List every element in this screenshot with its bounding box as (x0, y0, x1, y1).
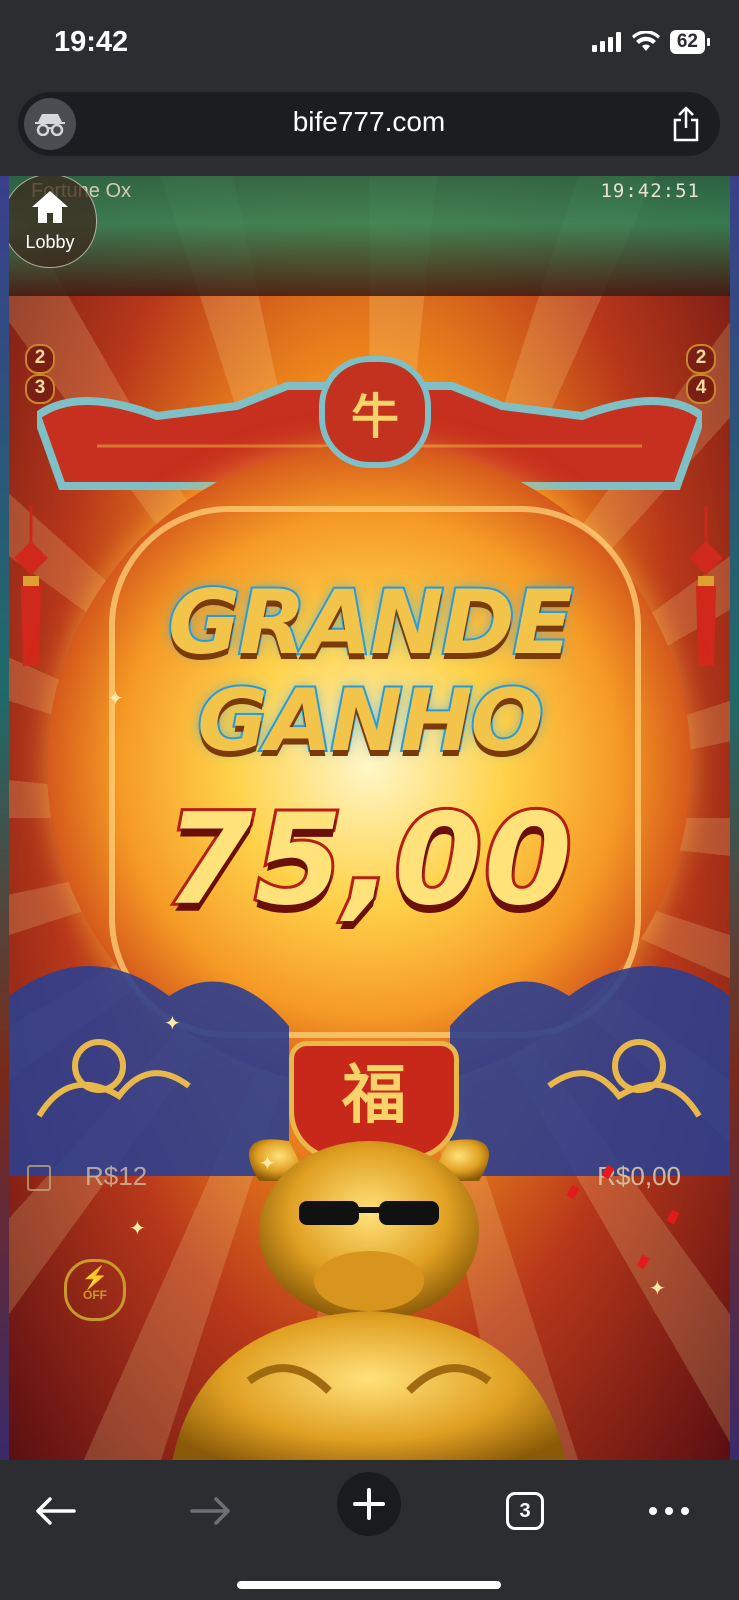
win-title-line1: GRANDE (166, 569, 575, 676)
win-amount: 75,00 (162, 783, 575, 936)
forward-button[interactable] (176, 1476, 246, 1546)
sparkle-icon: ✦ (107, 688, 124, 710)
battery-indicator: 62 (669, 30, 711, 54)
address-bar[interactable]: bife777.com (18, 92, 720, 156)
game-edge-right (730, 176, 739, 1460)
tabs-button[interactable]: 3 (490, 1476, 560, 1546)
golden-ox-mascot-icon (172, 1139, 566, 1460)
payline-right-1: 2 (686, 344, 716, 374)
game-clock: 19:42:51 (600, 180, 700, 202)
sparkle-icon: ✦ (129, 1218, 146, 1240)
more-icon (649, 1507, 689, 1515)
status-icons: 62 (591, 30, 711, 54)
back-button[interactable] (20, 1476, 90, 1546)
arrow-left-icon (36, 1497, 76, 1525)
game-canvas[interactable]: Fortune Ox 19:42:51 Lobby 2 3 2 4 牛 (9, 176, 730, 1460)
home-icon (32, 191, 68, 223)
payline-left-1: 2 (25, 344, 55, 374)
ox-seal-emblem: 牛 (319, 356, 431, 468)
plus-icon (353, 1488, 385, 1520)
status-time: 19:42 (54, 26, 129, 58)
signal-icon (591, 32, 621, 52)
game-edge-left (0, 176, 9, 1460)
arrow-right-icon (190, 1497, 230, 1525)
new-tab-button[interactable] (337, 1472, 401, 1536)
url-text[interactable]: bife777.com (18, 106, 720, 138)
wifi-icon (631, 31, 660, 51)
status-bar: 19:42 62 (0, 0, 739, 86)
share-icon (673, 106, 699, 142)
share-button[interactable] (672, 106, 700, 147)
home-indicator[interactable] (237, 1581, 501, 1589)
lobby-label: Lobby (25, 232, 75, 252)
browser-toolbar: 3 (0, 1460, 739, 1600)
tab-count: 3 (506, 1492, 544, 1530)
lobby-button[interactable]: Lobby (9, 176, 97, 268)
wallet-icon (27, 1165, 51, 1191)
sparkle-icon: ✦ (649, 1278, 666, 1300)
more-menu-button[interactable] (634, 1476, 704, 1546)
sparkle-icon: ✦ (164, 1013, 181, 1035)
turbo-label: OFF (83, 1288, 107, 1302)
sparkle-icon: ✦ (259, 1153, 276, 1175)
